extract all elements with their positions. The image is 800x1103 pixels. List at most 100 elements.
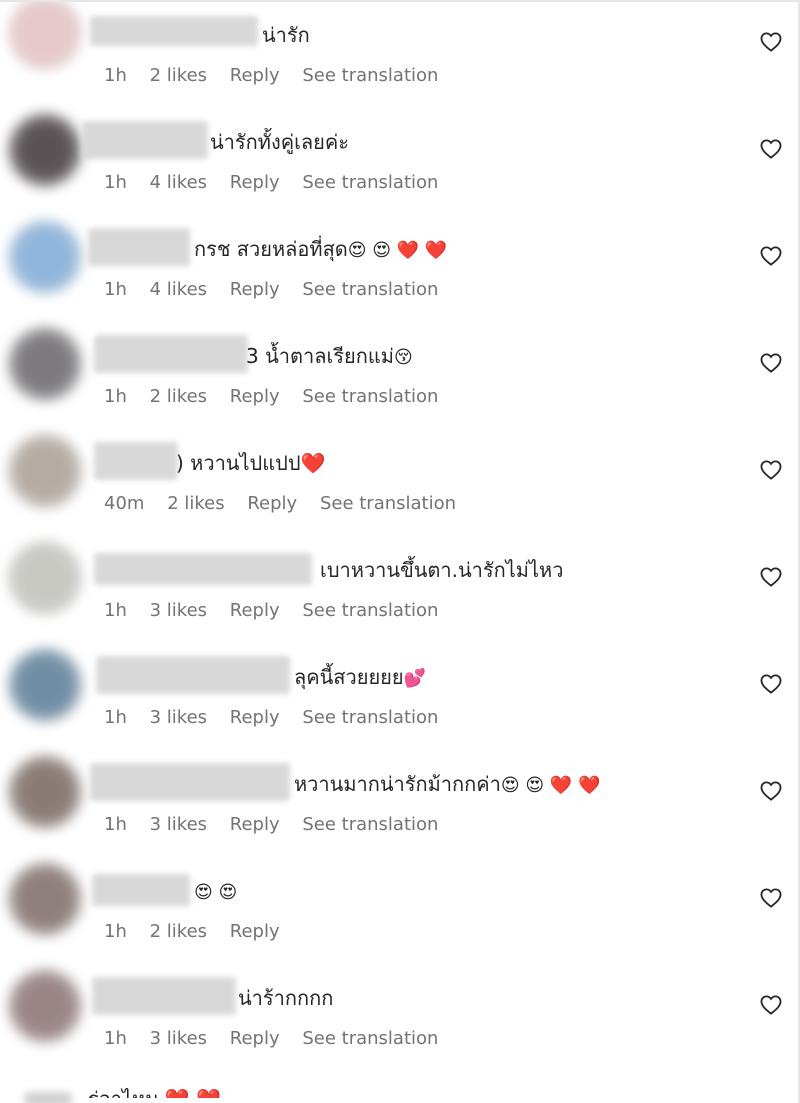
see-translation-link[interactable]: See translation <box>302 278 438 302</box>
like-count[interactable]: 3 likes <box>150 599 207 623</box>
heart-outline-icon[interactable] <box>760 460 782 480</box>
comment-body: 3 น้ำตาลเรียกแม่ <box>246 344 394 368</box>
see-translation-link[interactable]: See translation <box>302 706 438 730</box>
username-blurred[interactable] <box>94 553 312 585</box>
avatar[interactable] <box>8 648 82 722</box>
reply-button[interactable]: Reply <box>230 385 280 409</box>
username-blurred[interactable] <box>88 228 190 266</box>
see-translation-link[interactable]: See translation <box>302 64 438 88</box>
emoji-reactions: 💕 <box>403 668 427 689</box>
reply-button[interactable]: Reply <box>247 492 297 516</box>
timestamp[interactable]: 1h <box>104 920 127 944</box>
comment-item: 3 น้ำตาลเรียกแม่😚 1h 2 likes Reply See t… <box>0 323 798 429</box>
avatar[interactable] <box>8 220 82 294</box>
comment-text: เบาหวานขึ้นตา.น่ารักไม่ไหว <box>320 557 563 583</box>
comment-meta: 40m 2 likes Reply See translation <box>104 492 473 516</box>
username-blurred[interactable] <box>90 763 290 801</box>
avatar[interactable] <box>8 113 82 187</box>
username-blurred[interactable] <box>92 977 236 1015</box>
reply-button[interactable]: Reply <box>230 813 280 837</box>
reply-button[interactable]: Reply <box>230 278 280 302</box>
like-count[interactable]: 2 likes <box>150 64 207 88</box>
avatar[interactable] <box>8 969 82 1043</box>
like-count[interactable]: 4 likes <box>150 278 207 302</box>
comment-text: 3 น้ำตาลเรียกแม่😚 <box>246 343 413 371</box>
avatar[interactable] <box>24 1092 72 1103</box>
reply-button[interactable]: Reply <box>230 1027 280 1051</box>
emoji-reactions: 😚 <box>393 347 413 368</box>
username-blurred[interactable] <box>90 16 258 46</box>
like-count[interactable]: 2 likes <box>150 920 207 944</box>
timestamp[interactable]: 1h <box>104 385 127 409</box>
like-count[interactable]: 2 likes <box>150 385 207 409</box>
reply-button[interactable]: Reply <box>230 920 280 944</box>
timestamp[interactable]: 1h <box>104 64 127 88</box>
heart-outline-icon[interactable] <box>760 567 782 587</box>
like-count[interactable]: 2 likes <box>167 492 224 516</box>
comment-text: ) หวานไปแปป❤️ <box>176 450 325 476</box>
heart-outline-icon[interactable] <box>760 888 782 908</box>
comment-meta: 1h 3 likes Reply See translation <box>104 599 455 623</box>
timestamp[interactable]: 1h <box>104 706 127 730</box>
like-count[interactable]: 3 likes <box>150 1027 207 1051</box>
comment-meta: 1h 4 likes Reply See translation <box>104 278 455 302</box>
heart-outline-icon[interactable] <box>760 781 782 801</box>
avatar[interactable] <box>8 541 82 615</box>
avatar[interactable] <box>8 2 82 70</box>
comment-body: เบาหวานขึ้นตา.น่ารักไม่ไหว <box>320 558 564 582</box>
reply-button[interactable]: Reply <box>230 706 280 730</box>
comment-meta: 1h 2 likes Reply <box>104 920 297 944</box>
comment-item: น่าร้ากกกก 1h 3 likes Reply See translat… <box>0 965 798 1071</box>
comment-meta: 1h 4 likes Reply See translation <box>104 171 455 195</box>
see-translation-link[interactable]: See translation <box>302 171 438 195</box>
heart-outline-icon[interactable] <box>760 32 782 52</box>
see-translation-link[interactable]: See translation <box>302 385 438 409</box>
heart-outline-icon[interactable] <box>760 674 782 694</box>
like-count[interactable]: 3 likes <box>150 813 207 837</box>
comment-text: กรช สวยหล่อที่สุด😍 😍 ❤️ ❤️ <box>194 236 447 264</box>
reply-button[interactable]: Reply <box>230 171 280 195</box>
see-translation-link[interactable]: See translation <box>320 492 456 516</box>
comment-body: หวานมากน่ารักม้ากกค่า <box>294 772 501 796</box>
comment-meta: 1h 3 likes Reply See translation <box>104 813 455 837</box>
timestamp[interactable]: 40m <box>104 492 144 516</box>
heart-outline-icon[interactable] <box>760 139 782 159</box>
emoji-reactions: 😍 😍 <box>194 882 238 903</box>
username-blurred[interactable] <box>82 121 208 159</box>
comment-body: น่ารัก <box>262 23 310 47</box>
reply-button[interactable]: Reply <box>230 64 280 88</box>
like-count[interactable]: 3 likes <box>150 706 207 730</box>
avatar[interactable] <box>8 327 82 401</box>
username-blurred[interactable] <box>94 442 178 480</box>
timestamp[interactable]: 1h <box>104 171 127 195</box>
heart-outline-icon[interactable] <box>760 246 782 266</box>
emoji-reactions: 😍 😍 ❤️ ❤️ <box>500 775 601 796</box>
comment-item: กรช สวยหล่อที่สุด😍 😍 ❤️ ❤️ 1h 4 likes Re… <box>0 216 798 322</box>
comment-text: ลุคนี้สวยยยย💕 <box>294 664 426 692</box>
comment-item: น่ารัก 1h 2 likes Reply See translation <box>0 2 798 108</box>
timestamp[interactable]: 1h <box>104 278 127 302</box>
comment-text: หวานมากน่ารักม้ากกค่า😍 😍 ❤️ ❤️ <box>294 771 600 799</box>
comment-text: น่าร้ากกกก <box>238 985 333 1011</box>
comment-item-partial: ร่อาไหม ❤️ ❤️ <box>0 1082 798 1103</box>
timestamp[interactable]: 1h <box>104 813 127 837</box>
avatar[interactable] <box>8 862 82 936</box>
comment-body: ลุคนี้สวยยยย <box>294 665 404 689</box>
username-blurred[interactable] <box>96 656 290 694</box>
like-count[interactable]: 4 likes <box>150 171 207 195</box>
reply-button[interactable]: Reply <box>230 599 280 623</box>
see-translation-link[interactable]: See translation <box>302 813 438 837</box>
comment-text: ร่อาไหม ❤️ ❤️ <box>88 1086 221 1098</box>
heart-outline-icon[interactable] <box>760 995 782 1015</box>
timestamp[interactable]: 1h <box>104 599 127 623</box>
comment-item: ลุคนี้สวยยยย💕 1h 3 likes Reply See trans… <box>0 644 798 750</box>
comment-item: น่ารักทั้งคู่เลยค่ะ 1h 4 likes Reply See… <box>0 109 798 215</box>
heart-outline-icon[interactable] <box>760 353 782 373</box>
see-translation-link[interactable]: See translation <box>302 599 438 623</box>
username-blurred[interactable] <box>94 335 248 373</box>
avatar[interactable] <box>8 434 82 508</box>
timestamp[interactable]: 1h <box>104 1027 127 1051</box>
see-translation-link[interactable]: See translation <box>302 1027 438 1051</box>
username-blurred[interactable] <box>92 874 190 906</box>
avatar[interactable] <box>8 755 82 829</box>
